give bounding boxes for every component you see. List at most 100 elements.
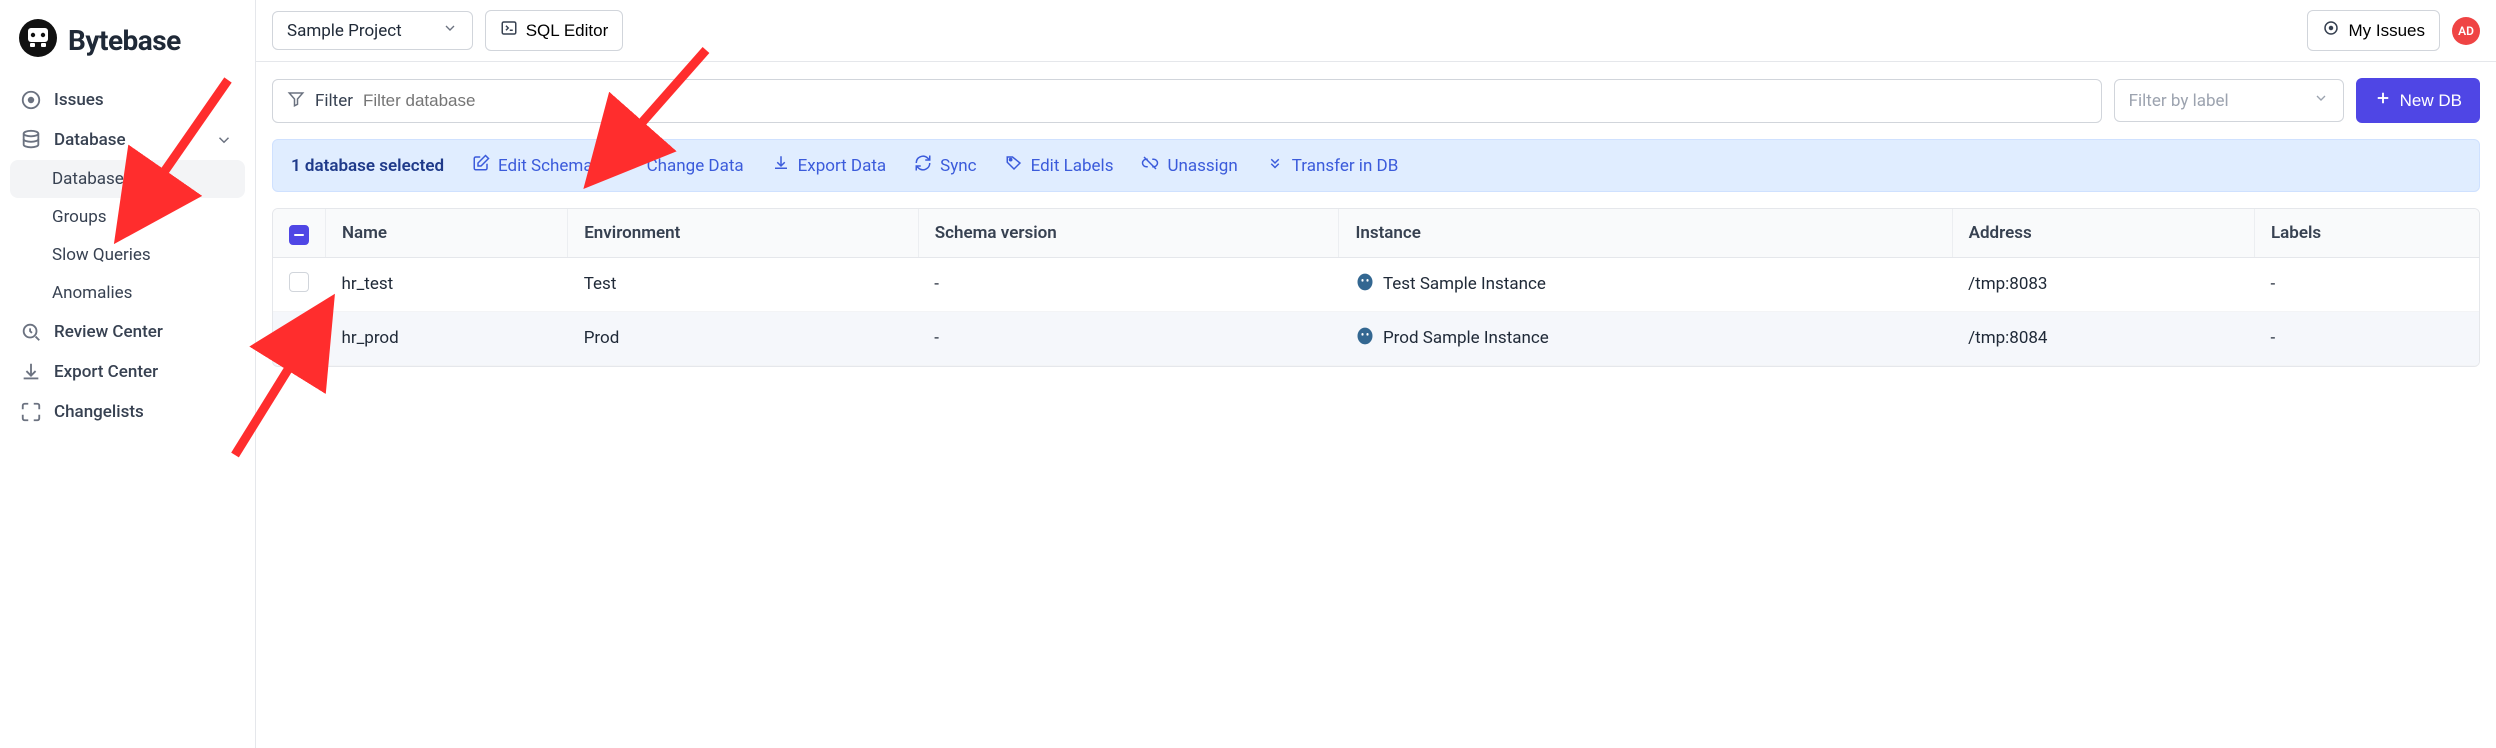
cell-name: hr_test bbox=[326, 257, 568, 311]
download-icon bbox=[20, 361, 42, 383]
terminal-icon bbox=[500, 19, 518, 42]
cell-address: /tmp:8084 bbox=[1952, 311, 2254, 365]
filter-by-label-placeholder: Filter by label bbox=[2129, 91, 2229, 111]
sidebar-item-slow-queries[interactable]: Slow Queries bbox=[10, 236, 245, 274]
action-label: Edit Labels bbox=[1031, 156, 1114, 176]
sidebar: Bytebase Issues Database Databases Group… bbox=[0, 0, 256, 748]
filter-icon bbox=[287, 90, 305, 112]
my-issues-button[interactable]: My Issues bbox=[2307, 10, 2440, 51]
sidebar-item-label: Changelists bbox=[54, 402, 144, 422]
content: Filter Filter by label New DB 1 database… bbox=[256, 62, 2496, 383]
sync-action[interactable]: Sync bbox=[914, 154, 976, 177]
cell-schema-version: - bbox=[918, 311, 1339, 365]
edit-icon bbox=[472, 154, 490, 177]
transfer-action[interactable]: Transfer in DB bbox=[1266, 154, 1399, 177]
filter-database-box[interactable]: Filter bbox=[272, 79, 2102, 123]
change-data-action[interactable]: Change Data bbox=[621, 154, 744, 177]
cell-instance: Test Sample Instance bbox=[1339, 257, 1952, 311]
col-instance[interactable]: Instance bbox=[1339, 209, 1952, 257]
edit-schema-action[interactable]: Edit Schema bbox=[472, 154, 593, 177]
table-row[interactable]: hr_test Test - Test Sample Instance /tmp… bbox=[273, 257, 2479, 311]
sync-icon bbox=[914, 154, 932, 177]
sidebar-item-label: Export Center bbox=[54, 362, 158, 382]
new-db-button[interactable]: New DB bbox=[2356, 78, 2480, 123]
filter-row: Filter Filter by label New DB bbox=[272, 78, 2480, 123]
project-selector-value: Sample Project bbox=[287, 21, 402, 41]
col-labels[interactable]: Labels bbox=[2254, 209, 2479, 257]
cell-instance: Prod Sample Instance bbox=[1339, 311, 1952, 365]
chevron-down-icon bbox=[442, 20, 458, 41]
cell-name: hr_prod bbox=[326, 311, 568, 365]
pencil-icon bbox=[621, 154, 639, 177]
circle-dot-icon bbox=[20, 89, 42, 111]
action-label: Export Data bbox=[798, 156, 887, 176]
table-header-row: Name Environment Schema version Instance… bbox=[273, 209, 2479, 257]
chevrons-down-icon bbox=[1266, 154, 1284, 177]
action-bar: 1 database selected Edit Schema Change D… bbox=[272, 139, 2480, 192]
sidebar-item-label: Anomalies bbox=[52, 283, 132, 303]
unassign-action[interactable]: Unassign bbox=[1141, 154, 1237, 177]
changelist-icon bbox=[20, 401, 42, 423]
target-icon bbox=[2322, 19, 2340, 42]
sidebar-item-label: Groups bbox=[52, 207, 107, 227]
tag-icon bbox=[1005, 154, 1023, 177]
sidebar-item-anomalies[interactable]: Anomalies bbox=[10, 274, 245, 312]
sidebar-item-export-center[interactable]: Export Center bbox=[10, 352, 245, 392]
action-label: Change Data bbox=[647, 156, 744, 176]
cell-environment: Test bbox=[568, 257, 919, 311]
new-db-label: New DB bbox=[2400, 91, 2462, 111]
sidebar-item-changelists[interactable]: Changelists bbox=[10, 392, 245, 432]
bytebase-logo-icon bbox=[18, 18, 58, 62]
main: Sample Project SQL Editor My Issues AD F… bbox=[256, 0, 2496, 748]
filter-database-input[interactable] bbox=[363, 91, 2087, 111]
chevron-down-icon bbox=[2313, 90, 2329, 111]
cell-environment: Prod bbox=[568, 311, 919, 365]
sidebar-item-label: Databases bbox=[52, 169, 133, 189]
sidebar-item-label: Slow Queries bbox=[52, 245, 151, 265]
edit-labels-action[interactable]: Edit Labels bbox=[1005, 154, 1114, 177]
sidebar-item-review-center[interactable]: Review Center bbox=[10, 312, 245, 352]
download-icon bbox=[772, 154, 790, 177]
my-issues-label: My Issues bbox=[2348, 21, 2425, 41]
cell-labels: - bbox=[2254, 257, 2479, 311]
unlink-icon bbox=[1141, 154, 1159, 177]
export-data-action[interactable]: Export Data bbox=[772, 154, 887, 177]
sidebar-item-database[interactable]: Database bbox=[10, 120, 245, 160]
sql-editor-button[interactable]: SQL Editor bbox=[485, 10, 624, 51]
col-name[interactable]: Name bbox=[326, 209, 568, 257]
cell-schema-version: - bbox=[918, 257, 1339, 311]
col-address[interactable]: Address bbox=[1952, 209, 2254, 257]
sidebar-item-label: Database bbox=[54, 130, 126, 150]
project-selector[interactable]: Sample Project bbox=[272, 11, 473, 50]
col-environment[interactable]: Environment bbox=[568, 209, 919, 257]
action-label: Edit Schema bbox=[498, 156, 593, 176]
action-label: Sync bbox=[940, 156, 976, 176]
chevron-down-icon bbox=[213, 129, 235, 151]
sidebar-item-databases[interactable]: Databases bbox=[10, 160, 245, 198]
sidebar-item-issues[interactable]: Issues bbox=[10, 80, 245, 120]
brand-name: Bytebase bbox=[68, 24, 181, 57]
table-row[interactable]: hr_prod Prod - Prod Sample Instance /tmp… bbox=[273, 311, 2479, 365]
cell-labels: - bbox=[2254, 311, 2479, 365]
selection-count: 1 database selected bbox=[291, 156, 444, 176]
cell-address: /tmp:8083 bbox=[1952, 257, 2254, 311]
database-icon bbox=[20, 129, 42, 151]
action-label: Transfer in DB bbox=[1292, 156, 1399, 176]
postgres-icon bbox=[1355, 326, 1375, 351]
topbar: Sample Project SQL Editor My Issues AD bbox=[256, 0, 2496, 62]
sidebar-item-label: Issues bbox=[54, 90, 104, 110]
col-schema-version[interactable]: Schema version bbox=[918, 209, 1339, 257]
sidebar-item-label: Review Center bbox=[54, 322, 163, 342]
plus-icon bbox=[2374, 89, 2392, 112]
sidebar-item-groups[interactable]: Groups bbox=[10, 198, 245, 236]
filter-label: Filter bbox=[315, 91, 353, 111]
row-checkbox[interactable] bbox=[289, 327, 309, 347]
select-all-checkbox[interactable] bbox=[289, 225, 309, 245]
review-icon bbox=[20, 321, 42, 343]
database-table: Name Environment Schema version Instance… bbox=[272, 208, 2480, 367]
filter-by-label[interactable]: Filter by label bbox=[2114, 79, 2344, 122]
avatar[interactable]: AD bbox=[2452, 17, 2480, 45]
postgres-icon bbox=[1355, 272, 1375, 297]
logo: Bytebase bbox=[10, 14, 245, 80]
row-checkbox[interactable] bbox=[289, 272, 309, 292]
